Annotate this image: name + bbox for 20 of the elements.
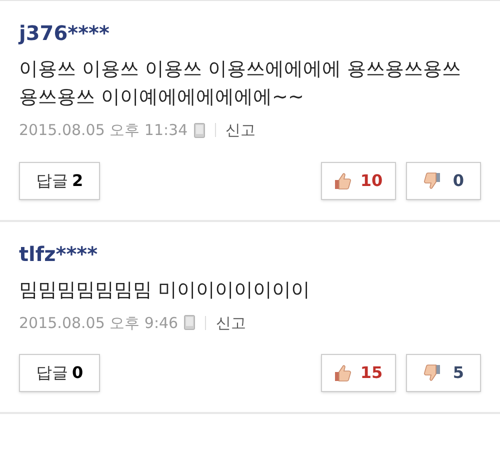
dislike-button[interactable]: 0 xyxy=(406,162,481,200)
report-link[interactable]: 신고 xyxy=(216,312,246,334)
dislike-button[interactable]: 5 xyxy=(406,354,481,392)
timestamp: 2015.08.05 오후 9:46 xyxy=(19,312,178,334)
comment-text: 이용쓰 이용쓰 이용쓰 이용쓰에에에에 용쓰용쓰용쓰용쓰용쓰 이이예에에에에에에~~ xyxy=(19,57,462,110)
phone-icon xyxy=(184,315,196,330)
thumbs-up-icon xyxy=(334,364,352,382)
thumbs-down-icon xyxy=(422,364,441,382)
thumbs-down-icon xyxy=(422,172,441,190)
like-button[interactable]: 15 xyxy=(321,354,396,392)
reply-button[interactable]: 답글 0 xyxy=(19,354,100,392)
comment-text: 밈밈밈밈밈밈밈 미이이이이이이이 xyxy=(19,278,312,302)
report-link[interactable]: 신고 xyxy=(226,119,256,142)
thumbs-up-icon xyxy=(334,172,352,190)
reply-button[interactable]: 답글 2 xyxy=(19,162,100,200)
phone-icon xyxy=(194,122,205,138)
like-button[interactable]: 10 xyxy=(321,162,396,200)
timestamp: 2015.08.05 오후 11:34 xyxy=(19,120,188,141)
username: j376**** xyxy=(19,21,110,45)
username: tlfz**** xyxy=(19,242,98,266)
